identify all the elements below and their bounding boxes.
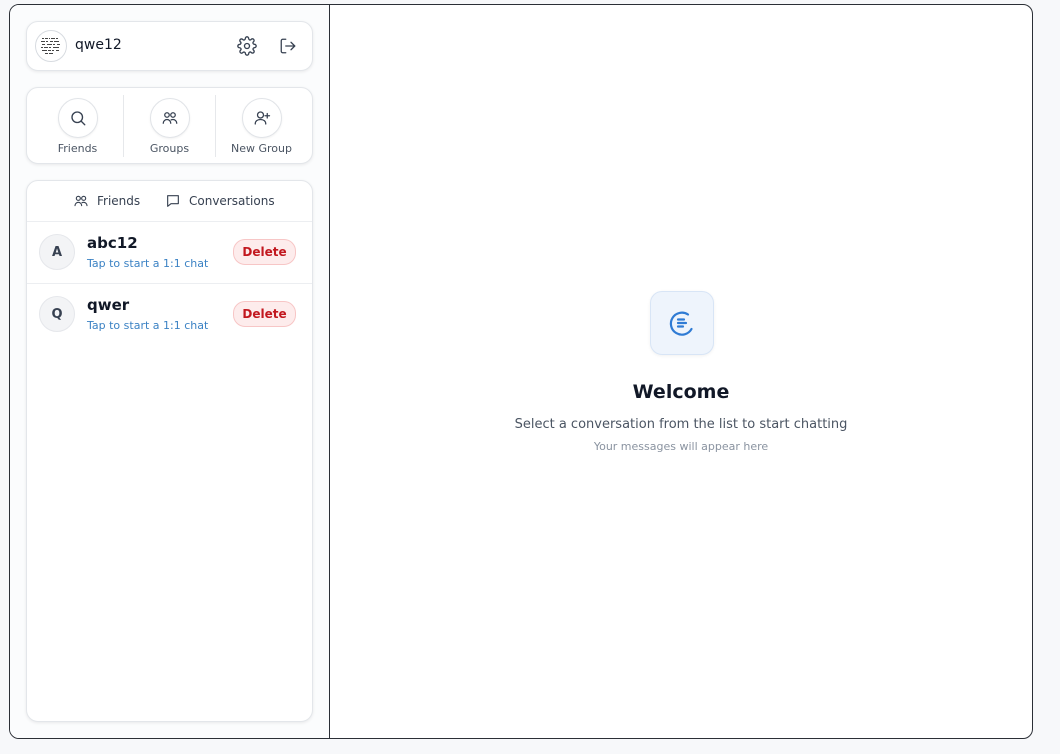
new-group-action-label: New Group	[231, 142, 292, 155]
search-icon	[70, 111, 85, 126]
avatar: A	[39, 234, 75, 270]
contact-name: abc12	[87, 234, 138, 252]
avatar[interactable]	[35, 30, 67, 62]
contact-subtitle: Tap to start a 1:1 chat	[87, 319, 209, 332]
friends-action-circle	[57, 98, 98, 138]
username: qwe12	[75, 37, 122, 53]
welcome-subtitle: Select a conversation from the list to s…	[514, 417, 848, 432]
list-item[interactable]: Q qwer Tap to start a 1:1 chat Delete	[27, 284, 312, 345]
quick-actions: Friends Groups New Group	[26, 87, 313, 164]
new-group-action-button[interactable]: New Group	[214, 88, 309, 163]
settings-button[interactable]	[235, 34, 259, 58]
app-window: qwe12 Friends Groups New Group Friends C…	[9, 4, 1033, 739]
chat-bubble-icon	[167, 195, 179, 207]
welcome-logo	[650, 291, 714, 355]
contact-subtitle: Tap to start a 1:1 chat	[87, 257, 209, 270]
user-card: qwe12	[26, 21, 313, 71]
gear-icon	[237, 36, 257, 56]
friends-action-button[interactable]: Friends	[30, 88, 125, 163]
avatar: Q	[39, 296, 75, 332]
groups-action-circle	[149, 98, 190, 138]
groups-action-button[interactable]: Groups	[122, 88, 217, 163]
friends-action-label: Friends	[57, 142, 98, 155]
tab-friends-label: Friends	[97, 194, 141, 208]
list-item[interactable]: A abc12 Tap to start a 1:1 chat Delete	[27, 222, 312, 284]
delete-button[interactable]: Delete	[233, 239, 296, 265]
new-group-action-circle	[241, 98, 282, 138]
users-icon	[74, 195, 88, 207]
tab-friends[interactable]: Friends	[73, 193, 140, 209]
tab-conversations[interactable]: Conversations	[165, 193, 275, 209]
logout-icon	[280, 38, 296, 54]
logout-button[interactable]	[276, 34, 300, 58]
sidebar: qwe12 Friends Groups New Group Friends C…	[10, 5, 330, 738]
welcome-hint: Your messages will appear here	[593, 440, 769, 453]
delete-button[interactable]: Delete	[233, 301, 296, 327]
groups-action-label: Groups	[149, 142, 190, 155]
users-icon	[162, 112, 177, 124]
tab-bar: Friends Conversations	[27, 181, 312, 222]
conversation-list-card: Friends Conversations A abc12 Tap to sta…	[26, 180, 313, 722]
chat-logo-icon	[669, 311, 693, 336]
tab-conversations-label: Conversations	[189, 194, 275, 208]
welcome-title: Welcome	[632, 381, 730, 403]
contact-name: qwer	[87, 296, 130, 314]
user-plus-icon	[254, 111, 270, 125]
qr-avatar-icon	[41, 38, 60, 54]
